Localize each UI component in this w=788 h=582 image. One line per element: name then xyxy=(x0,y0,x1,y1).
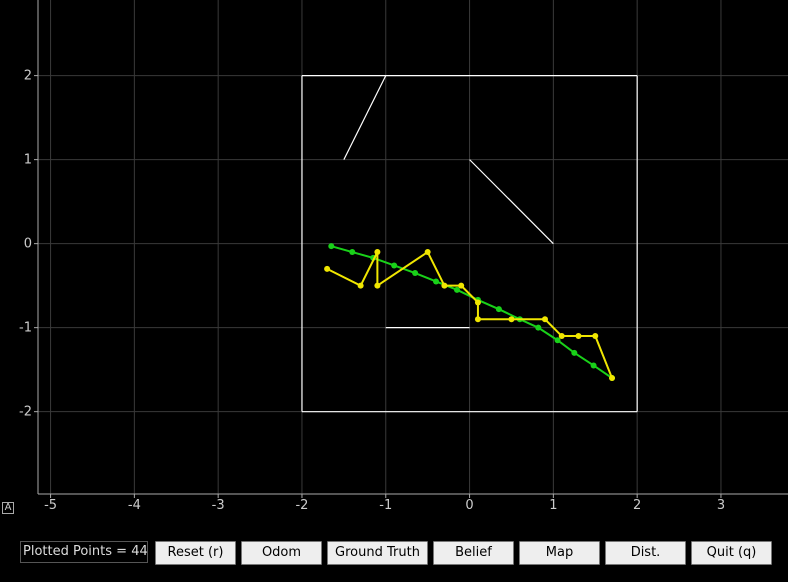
x-tick-label: -2 xyxy=(295,498,308,513)
series-point xyxy=(357,282,364,289)
y-tick-label: -1 xyxy=(19,321,32,336)
y-tick-label: 0 xyxy=(24,237,32,252)
series-point xyxy=(474,299,481,306)
plot-area: -5 -4 -3 -2 -1 0 1 2 3 -2 -1 0 1 2 xyxy=(19,0,788,513)
y-tick-label: 1 xyxy=(24,153,32,168)
x-tick-label: -3 xyxy=(212,498,225,513)
reset-button[interactable]: Reset (r) xyxy=(155,541,236,565)
series-point xyxy=(508,316,515,323)
series-point xyxy=(349,249,356,256)
series-point xyxy=(495,306,502,313)
plotted-points-status: Plotted Points = 44 xyxy=(20,541,148,563)
series-point xyxy=(571,349,578,356)
x-tick-label: 1 xyxy=(549,498,557,513)
series-point xyxy=(391,262,398,269)
x-tick-label: -4 xyxy=(128,498,141,513)
autoscale-icon[interactable]: A xyxy=(2,502,14,514)
grid-lines xyxy=(38,0,788,494)
series-point xyxy=(412,270,419,277)
quit-button[interactable]: Quit (q) xyxy=(691,541,772,565)
series-point xyxy=(374,249,381,256)
map-wall-segment xyxy=(343,75,387,160)
ground-truth-button[interactable]: Ground Truth xyxy=(327,541,428,565)
series-point xyxy=(458,282,465,289)
series-point xyxy=(328,243,335,250)
axes xyxy=(34,0,788,498)
x-tick-label: 2 xyxy=(633,498,641,513)
series-point xyxy=(374,282,381,289)
series-line xyxy=(331,245,613,379)
map-button[interactable]: Map xyxy=(519,541,600,565)
odom-button[interactable]: Odom xyxy=(241,541,322,565)
series-point xyxy=(535,324,542,331)
series-point xyxy=(474,316,481,323)
series-point xyxy=(441,282,448,289)
series-point xyxy=(609,375,616,382)
series-point xyxy=(590,362,597,369)
x-tick-label: -5 xyxy=(44,498,57,513)
series-point xyxy=(324,265,331,272)
series-point xyxy=(575,333,582,340)
map-wall-segment xyxy=(469,159,554,245)
belief-button[interactable]: Belief xyxy=(433,541,514,565)
x-tick-label: 0 xyxy=(465,498,473,513)
series-point xyxy=(558,333,565,340)
x-tick-label: -1 xyxy=(379,498,392,513)
dist-button[interactable]: Dist. xyxy=(605,541,686,565)
series-point xyxy=(433,278,440,285)
series-point xyxy=(424,249,431,256)
x-tick-label: 3 xyxy=(717,498,725,513)
y-tick-label: 2 xyxy=(24,69,32,84)
tick-labels: -5 -4 -3 -2 -1 0 1 2 3 -2 -1 0 1 2 xyxy=(19,69,725,513)
y-tick-label: -2 xyxy=(19,405,32,420)
series-point xyxy=(592,333,599,340)
series-point xyxy=(541,316,548,323)
